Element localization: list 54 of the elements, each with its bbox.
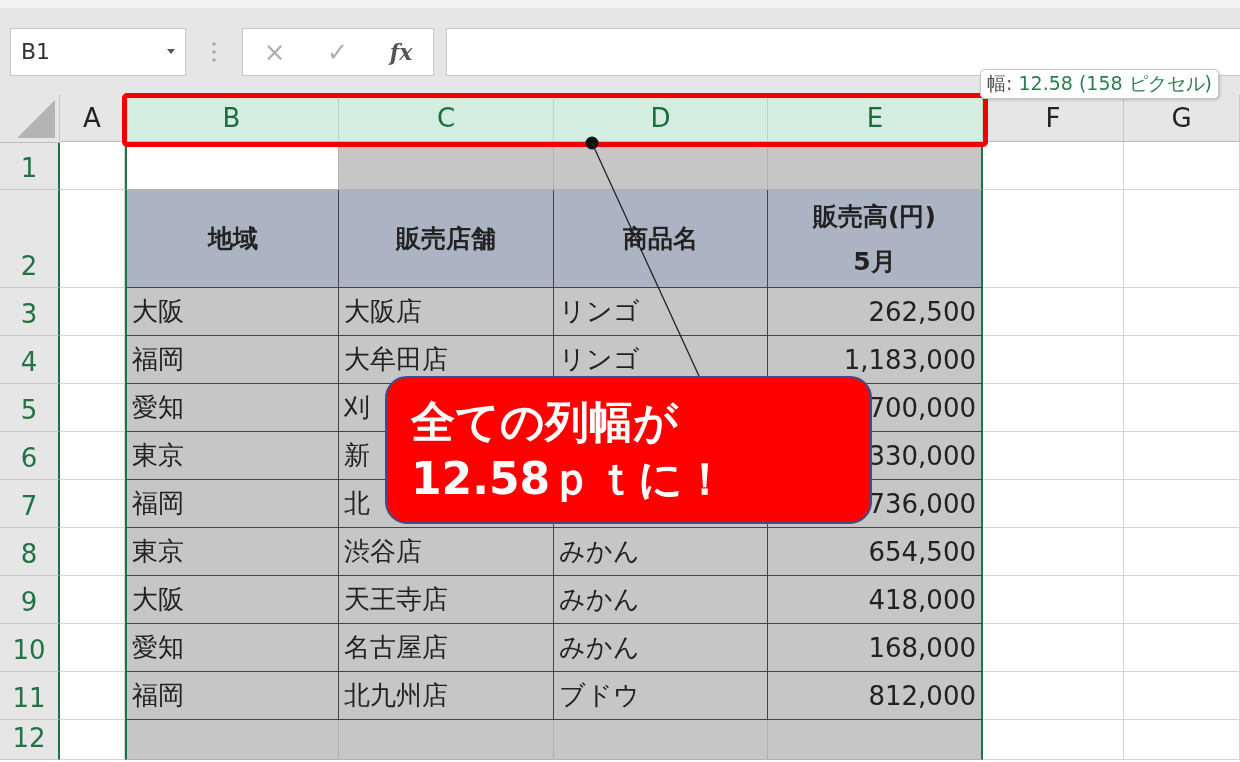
row-header[interactable]: 1 — [0, 142, 60, 190]
table-cell: 大阪 — [125, 576, 339, 624]
caret-icon[interactable] — [167, 49, 175, 54]
table-cell: みかん — [554, 528, 768, 576]
cell-reference: B1 — [21, 39, 51, 64]
column-header[interactable]: A — [60, 95, 125, 142]
table-cell: 1,183,000 — [768, 336, 983, 384]
table-cell: ブドウ — [554, 672, 768, 720]
table-cell: 愛知 — [125, 624, 339, 672]
row-header[interactable]: 5 — [0, 384, 60, 432]
column-header[interactable]: E — [768, 95, 983, 142]
column-header[interactable]: C — [339, 95, 554, 142]
table-cell: 福岡 — [125, 480, 339, 528]
table-cell: みかん — [554, 576, 768, 624]
table-cell: 168,000 — [768, 624, 983, 672]
table-cell: 262,500 — [768, 288, 983, 336]
formula-input[interactable] — [446, 27, 1240, 76]
table-cell: 大阪 — [125, 288, 339, 336]
column-header[interactable]: D — [554, 95, 768, 142]
row-header[interactable]: 12 — [0, 720, 60, 760]
grip-icon — [212, 40, 216, 63]
column-heading: 販売高(円) 5月 — [768, 190, 983, 288]
table-cell: 東京 — [125, 432, 339, 480]
table-cell: 418,000 — [768, 576, 983, 624]
column-heading: 販売店舗 — [339, 190, 554, 288]
table-cell: 東京 — [125, 528, 339, 576]
row-header[interactable]: 8 — [0, 528, 60, 576]
row-header[interactable]: 2 — [0, 190, 60, 288]
row-header[interactable]: 3 — [0, 288, 60, 336]
table-cell: 北九州店 — [339, 672, 554, 720]
table-cell: 天王寺店 — [339, 576, 554, 624]
insert-function-button[interactable]: fx — [383, 38, 419, 65]
table-cell: リンゴ — [554, 288, 768, 336]
name-box[interactable]: B1 — [10, 27, 186, 76]
column-header[interactable]: G — [1124, 95, 1240, 142]
table-cell: 654,500 — [768, 528, 983, 576]
select-all-icon[interactable] — [17, 100, 55, 138]
table-cell: 福岡 — [125, 336, 339, 384]
table-cell: 渋谷店 — [339, 528, 554, 576]
table-cell: みかん — [554, 624, 768, 672]
table-cell: 愛知 — [125, 384, 339, 432]
table-cell: 名古屋店 — [339, 624, 554, 672]
column-heading: 地域 — [125, 190, 339, 288]
row-header[interactable]: 4 — [0, 336, 60, 384]
table-cell: 812,000 — [768, 672, 983, 720]
row-header[interactable]: 6 — [0, 432, 60, 480]
width-tooltip: 幅: 12.58 (158 ピクセル) — [980, 69, 1219, 99]
table-cell: 福岡 — [125, 672, 339, 720]
row-header[interactable]: 7 — [0, 480, 60, 528]
table-cell: 大阪店 — [339, 288, 554, 336]
row-header[interactable]: 10 — [0, 624, 60, 672]
column-header[interactable]: B — [125, 95, 339, 142]
row-header[interactable]: 9 — [0, 576, 60, 624]
row-header[interactable]: 11 — [0, 672, 60, 720]
